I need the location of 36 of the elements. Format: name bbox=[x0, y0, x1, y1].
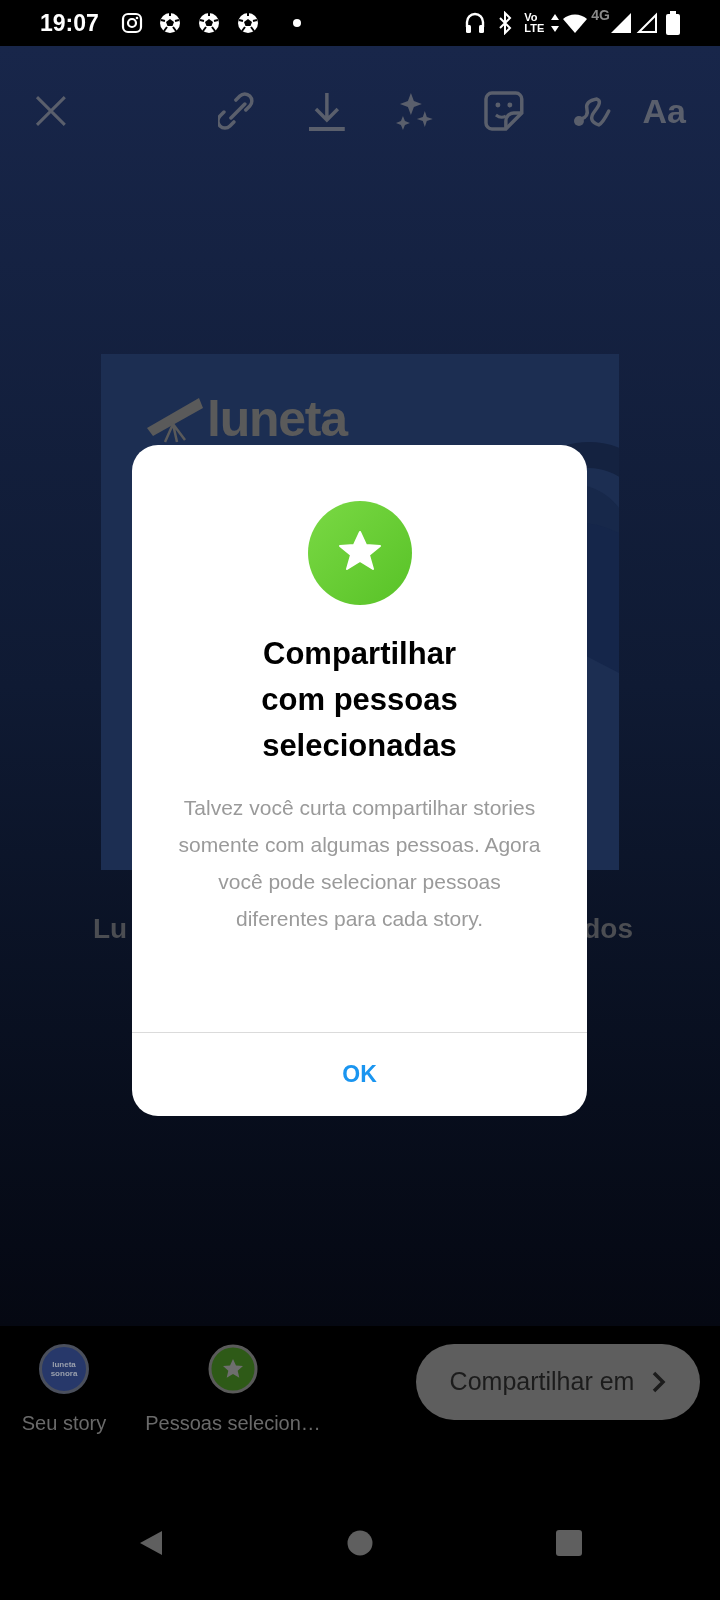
headphones-icon bbox=[464, 11, 487, 35]
story-avatar[interactable]: luneta sonora bbox=[39, 1344, 89, 1394]
share-target-label[interactable]: Pessoas selecion… bbox=[145, 1408, 321, 1438]
bluetooth-icon bbox=[498, 11, 513, 35]
battery-icon bbox=[666, 11, 680, 35]
text-tool-button[interactable]: Aa bbox=[642, 85, 686, 137]
download-icon[interactable] bbox=[306, 91, 347, 131]
star-badge-icon bbox=[307, 501, 412, 605]
caption-text: Lu bbox=[93, 912, 128, 946]
signal-icon bbox=[610, 12, 632, 34]
volte-label: LTE bbox=[524, 23, 545, 34]
signal-icon bbox=[636, 12, 658, 34]
avatar-text: luneta bbox=[52, 1360, 76, 1369]
dialog-title: Compartilhar com pessoas selecionadas bbox=[260, 635, 459, 765]
star-avatar-icon[interactable] bbox=[208, 1344, 258, 1394]
volte-label: Vo bbox=[524, 12, 539, 23]
logo-text: luneta bbox=[207, 394, 347, 444]
ok-button[interactable]: OK bbox=[132, 1032, 587, 1116]
chevron-right-icon bbox=[652, 1371, 667, 1393]
share-button[interactable]: Compartilhar em bbox=[416, 1344, 700, 1420]
sticker-icon[interactable] bbox=[484, 91, 524, 131]
network-label: 4G bbox=[591, 6, 610, 25]
avatar-text: sonora bbox=[50, 1369, 78, 1378]
soccer-ball-icon bbox=[236, 12, 259, 34]
camera-icon bbox=[120, 12, 143, 34]
wifi-icon bbox=[562, 12, 589, 34]
share-target-label[interactable]: Seu story bbox=[21, 1408, 107, 1438]
data-arrows-icon bbox=[550, 12, 561, 34]
back-icon[interactable] bbox=[138, 1529, 164, 1557]
dot-icon bbox=[291, 18, 302, 28]
soccer-ball-icon bbox=[158, 12, 181, 34]
close-icon[interactable] bbox=[34, 94, 68, 128]
home-icon[interactable] bbox=[347, 1530, 373, 1556]
clock: 19:07 bbox=[40, 8, 99, 38]
soccer-ball-icon bbox=[197, 12, 220, 34]
dialog-message: Talvez você curta compartilhar stories somente com algumas pessoas. Agora você pode selecionar pessoas diferentes para cada story. bbox=[177, 795, 542, 932]
